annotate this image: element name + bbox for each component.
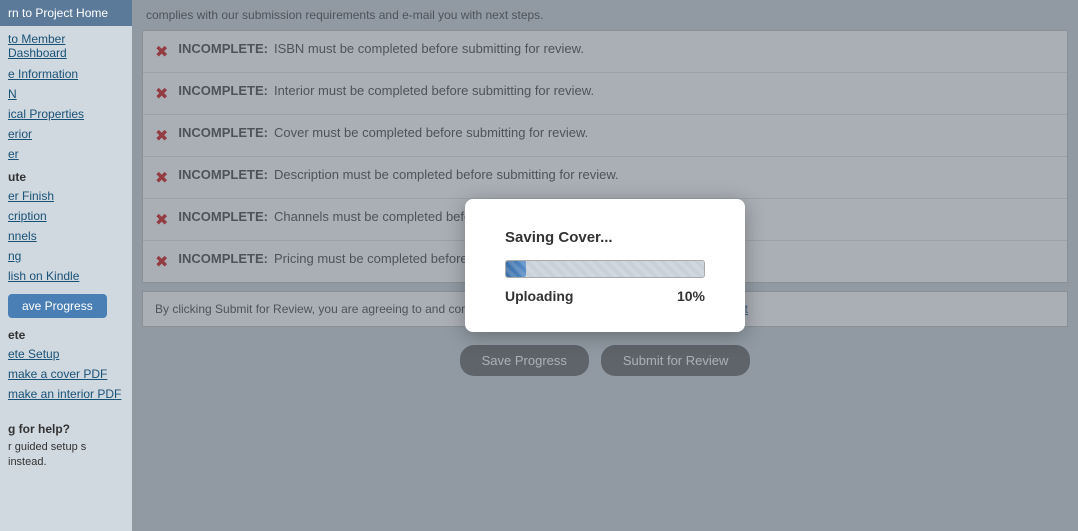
modal-progress-percent: 10% (677, 288, 705, 304)
modal-status-label: Uploading (505, 288, 573, 304)
help-title: g for help? (8, 422, 124, 436)
member-dashboard-link[interactable]: to Member Dashboard (0, 28, 132, 64)
help-text: r guided setup s instead. (8, 440, 124, 471)
cover-link[interactable]: er (0, 144, 132, 164)
isbn-link[interactable]: N (0, 84, 132, 104)
modal-overlay: Saving Cover... Uploading 10% (132, 0, 1078, 531)
return-project-home[interactable]: rn to Project Home (0, 0, 132, 26)
complete-setup-link[interactable]: ete Setup (0, 344, 132, 364)
cover-finish-link[interactable]: er Finish (0, 186, 132, 206)
description-link[interactable]: cription (0, 206, 132, 226)
publish-kindle-link[interactable]: lish on Kindle (0, 266, 132, 286)
progress-bar-stripe (506, 261, 704, 277)
help-section: g for help? r guided setup s instead. (0, 414, 132, 479)
modal-title-suffix: ... (600, 229, 613, 246)
book-information-link[interactable]: e Information (0, 64, 132, 84)
main-content: complies with our submission requirement… (132, 0, 1078, 531)
progress-bar-container (505, 260, 705, 278)
sidebar: rn to Project Home to Member Dashboard e… (0, 0, 132, 531)
pricing-link[interactable]: ng (0, 246, 132, 266)
modal-box: Saving Cover... Uploading 10% (465, 199, 745, 332)
modal-title-bold: Cover (558, 229, 600, 246)
save-progress-sidebar-button[interactable]: ave Progress (8, 294, 107, 318)
modal-status-row: Uploading 10% (505, 288, 705, 304)
channels-link[interactable]: nnels (0, 226, 132, 246)
complete-label: ete (0, 322, 132, 344)
interior-link[interactable]: erior (0, 124, 132, 144)
physical-properties-link[interactable]: ical Properties (0, 104, 132, 124)
modal-title: Saving Cover... (505, 229, 705, 246)
distribute-label: ute (0, 164, 132, 186)
make-cover-pdf-link[interactable]: make a cover PDF (0, 364, 132, 384)
make-interior-pdf-link[interactable]: make an interior PDF (0, 384, 132, 404)
modal-title-prefix: Saving (505, 229, 558, 246)
